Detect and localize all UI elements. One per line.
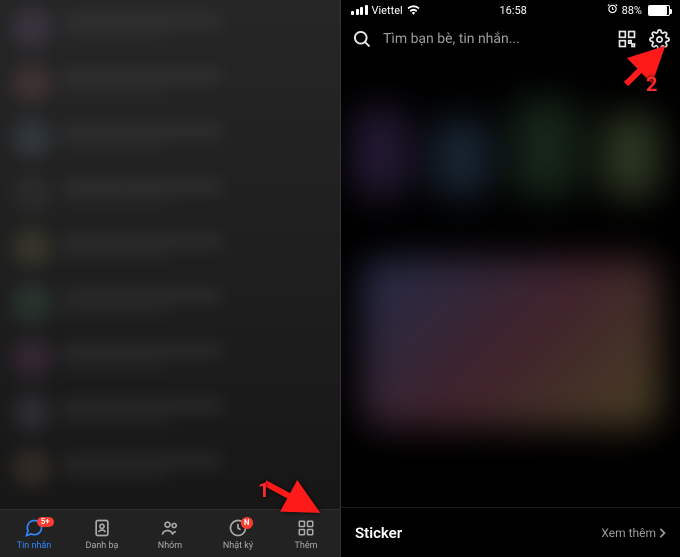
qr-icon[interactable] [616, 28, 638, 50]
battery-icon [648, 5, 670, 16]
timeline-badge: N [241, 517, 253, 529]
sticker-section-header: Sticker Xem thêm [341, 507, 680, 557]
messages-badge: 5+ [37, 517, 54, 527]
gear-icon[interactable] [648, 28, 670, 50]
alarm-icon [607, 3, 618, 17]
tab-messages[interactable]: 5+ Tin nhắn [0, 517, 68, 551]
carrier-label: Viettel [372, 4, 403, 17]
tab-messages-label: Tin nhắn [17, 541, 52, 551]
tab-groups[interactable]: Nhóm [136, 517, 204, 551]
blurred-chat-list [0, 0, 340, 509]
status-time: 16:58 [499, 4, 526, 17]
left-screenshot: 5+ Tin nhắn Danh bạ Nhóm N Nhật ký [0, 0, 340, 557]
tab-more-label: Thêm [295, 541, 318, 551]
search-bar: Tìm bạn bè, tin nhắn... [341, 20, 680, 58]
chevron-right-icon [658, 528, 666, 538]
blurred-content [341, 58, 680, 488]
bottom-tab-bar: 5+ Tin nhắn Danh bạ Nhóm N Nhật ký [0, 509, 340, 557]
grid-icon [295, 517, 317, 539]
right-screenshot: Viettel 16:58 88% Tìm bạn bè, tin nhắn..… [340, 0, 680, 557]
tab-groups-label: Nhóm [158, 541, 182, 551]
search-icon[interactable] [351, 28, 373, 50]
tab-timeline-label: Nhật ký [223, 541, 253, 551]
tab-timeline[interactable]: N Nhật ký [204, 517, 272, 551]
search-input[interactable]: Tìm bạn bè, tin nhắn... [383, 31, 606, 47]
sticker-see-more[interactable]: Xem thêm [601, 526, 666, 540]
battery-pct: 88% [622, 4, 642, 17]
signal-icon [351, 5, 368, 15]
tab-more[interactable]: Thêm [272, 517, 340, 551]
wifi-icon [407, 5, 420, 15]
status-bar: Viettel 16:58 88% [341, 0, 680, 20]
contacts-icon [91, 517, 113, 539]
tab-contacts[interactable]: Danh bạ [68, 517, 136, 551]
groups-icon [159, 517, 181, 539]
sticker-more-label: Xem thêm [601, 526, 656, 540]
sticker-title: Sticker [355, 524, 402, 542]
tab-contacts-label: Danh bạ [86, 541, 119, 551]
